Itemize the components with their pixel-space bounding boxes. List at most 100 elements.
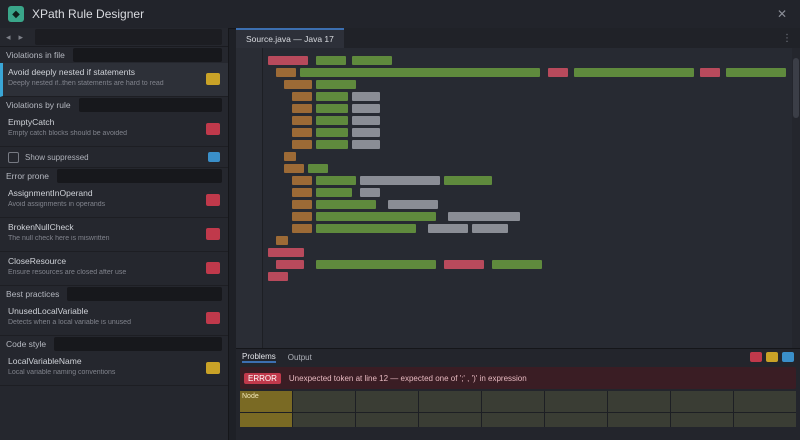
section-filter[interactable] xyxy=(67,287,222,301)
rule-search-input[interactable] xyxy=(35,29,222,45)
rule-description: Avoid assignments in operands xyxy=(8,201,106,208)
code-token xyxy=(444,260,484,269)
severity-badge xyxy=(206,312,220,324)
code-line xyxy=(268,78,790,90)
code-token xyxy=(292,176,312,185)
grid-cell[interactable] xyxy=(356,391,418,412)
grid-cell[interactable] xyxy=(293,391,355,412)
code-line xyxy=(268,198,790,210)
code-line xyxy=(268,258,790,270)
grid-cell[interactable] xyxy=(293,413,355,427)
code-line xyxy=(268,234,790,246)
section-header[interactable]: Code style xyxy=(0,336,228,352)
grid-cell[interactable] xyxy=(545,391,607,412)
code-token xyxy=(268,56,308,65)
code-line xyxy=(268,150,790,162)
rule-item[interactable]: Avoid deeply nested if statements Deeply … xyxy=(0,63,228,97)
rule-name: AssignmentInOperand xyxy=(8,188,93,198)
code-token xyxy=(292,140,312,149)
section-header[interactable]: Violations in file xyxy=(0,47,228,63)
code-token xyxy=(316,80,356,89)
rule-sections: Violations in file Avoid deeply nested if… xyxy=(0,47,228,386)
app-window: ◆ XPath Rule Designer ✕ ◂ ▸ Violations i… xyxy=(0,0,800,440)
grid-cell[interactable] xyxy=(734,413,796,427)
section-header[interactable]: Violations by rule xyxy=(0,97,228,113)
collapse-button[interactable]: ◂ xyxy=(6,32,11,43)
code-token xyxy=(292,116,312,125)
code-token xyxy=(444,176,492,185)
severity-badge xyxy=(206,73,220,85)
tab-output[interactable]: Output xyxy=(288,353,312,362)
grid-cell[interactable] xyxy=(419,413,481,427)
grid-cell[interactable] xyxy=(734,391,796,412)
section-header[interactable]: Error prone xyxy=(0,168,228,184)
rules-toolbar: ◂ ▸ xyxy=(0,28,228,47)
rule-item[interactable]: EmptyCatch Empty catch blocks should be a… xyxy=(0,113,228,147)
code-token xyxy=(276,236,288,245)
editor-area: Source.java — Java 17 ⋮ Problems Output xyxy=(236,28,800,440)
filter-icons xyxy=(750,352,794,362)
tab-problems[interactable]: Problems xyxy=(242,352,276,363)
grid-cell[interactable] xyxy=(671,413,733,427)
expand-button[interactable]: ▸ xyxy=(19,32,24,43)
code-token xyxy=(276,68,296,77)
code-token xyxy=(284,164,304,173)
rule-item[interactable]: LocalVariableName Local variable naming c… xyxy=(0,352,228,386)
code-line xyxy=(268,66,790,78)
rule-item[interactable]: BrokenNullCheck The null check here is mi… xyxy=(0,218,228,252)
error-row[interactable]: ERROR Unexpected token at line 12 — expe… xyxy=(240,367,796,389)
grid-cell[interactable] xyxy=(608,391,670,412)
section-title: Violations by rule xyxy=(6,100,71,110)
error-filter-icon[interactable] xyxy=(750,352,762,362)
section-title: Best practices xyxy=(6,289,60,299)
section-filter[interactable] xyxy=(54,337,222,351)
code-line xyxy=(268,210,790,222)
code-token xyxy=(428,224,468,233)
title-bar: ◆ XPath Rule Designer ✕ xyxy=(0,0,800,29)
rule-name: UnusedLocalVariable xyxy=(8,306,89,316)
close-icon[interactable]: ✕ xyxy=(774,6,790,22)
results-panel: Problems Output ERROR Unexpected token a… xyxy=(236,348,800,440)
tab-source[interactable]: Source.java — Java 17 xyxy=(236,28,344,48)
code-token xyxy=(308,164,328,173)
line-gutter xyxy=(236,48,263,348)
code-line xyxy=(268,174,790,186)
rule-description: Empty catch blocks should be avoided xyxy=(8,130,128,137)
code-token xyxy=(448,212,520,221)
code-token xyxy=(352,104,380,113)
editor-scrollbar[interactable] xyxy=(792,48,800,348)
grid-cell[interactable] xyxy=(671,391,733,412)
section-filter[interactable] xyxy=(72,48,222,62)
show-suppressed-checkbox[interactable] xyxy=(8,151,19,163)
rule-item[interactable]: UnusedLocalVariable Detects when a local … xyxy=(0,302,228,336)
grid-cell[interactable] xyxy=(356,413,418,427)
grid-cell[interactable] xyxy=(482,391,544,412)
rule-item[interactable]: AssignmentInOperand Avoid assignments in … xyxy=(0,184,228,218)
grid-cell[interactable] xyxy=(419,391,481,412)
editor-tabs: Source.java — Java 17 ⋮ xyxy=(236,28,800,48)
section-header[interactable]: Best practices xyxy=(0,286,228,302)
warning-filter-icon[interactable] xyxy=(766,352,778,362)
code-editor[interactable] xyxy=(236,48,800,348)
more-icon[interactable]: ⋮ xyxy=(782,30,792,48)
grid-header-cell: Node xyxy=(240,391,292,412)
code-token xyxy=(316,140,348,149)
scrollbar-thumb[interactable] xyxy=(793,58,799,118)
code-content[interactable] xyxy=(268,54,790,282)
grid-cell[interactable] xyxy=(482,413,544,427)
rule-item[interactable]: CloseResource Ensure resources are closed… xyxy=(0,252,228,286)
code-token xyxy=(492,260,542,269)
grid-cell[interactable] xyxy=(545,413,607,427)
code-token xyxy=(388,200,438,209)
rule-description: Ensure resources are closed after use xyxy=(8,269,127,276)
show-suppressed-row[interactable]: Show suppressed xyxy=(0,147,228,168)
section-title: Error prone xyxy=(6,171,49,181)
code-token xyxy=(316,56,346,65)
section-filter[interactable] xyxy=(57,169,222,183)
section-filter[interactable] xyxy=(78,98,222,112)
grid-cell[interactable] xyxy=(608,413,670,427)
info-filter-icon[interactable] xyxy=(782,352,794,362)
code-line xyxy=(268,222,790,234)
code-token xyxy=(316,176,356,185)
code-token xyxy=(472,224,508,233)
